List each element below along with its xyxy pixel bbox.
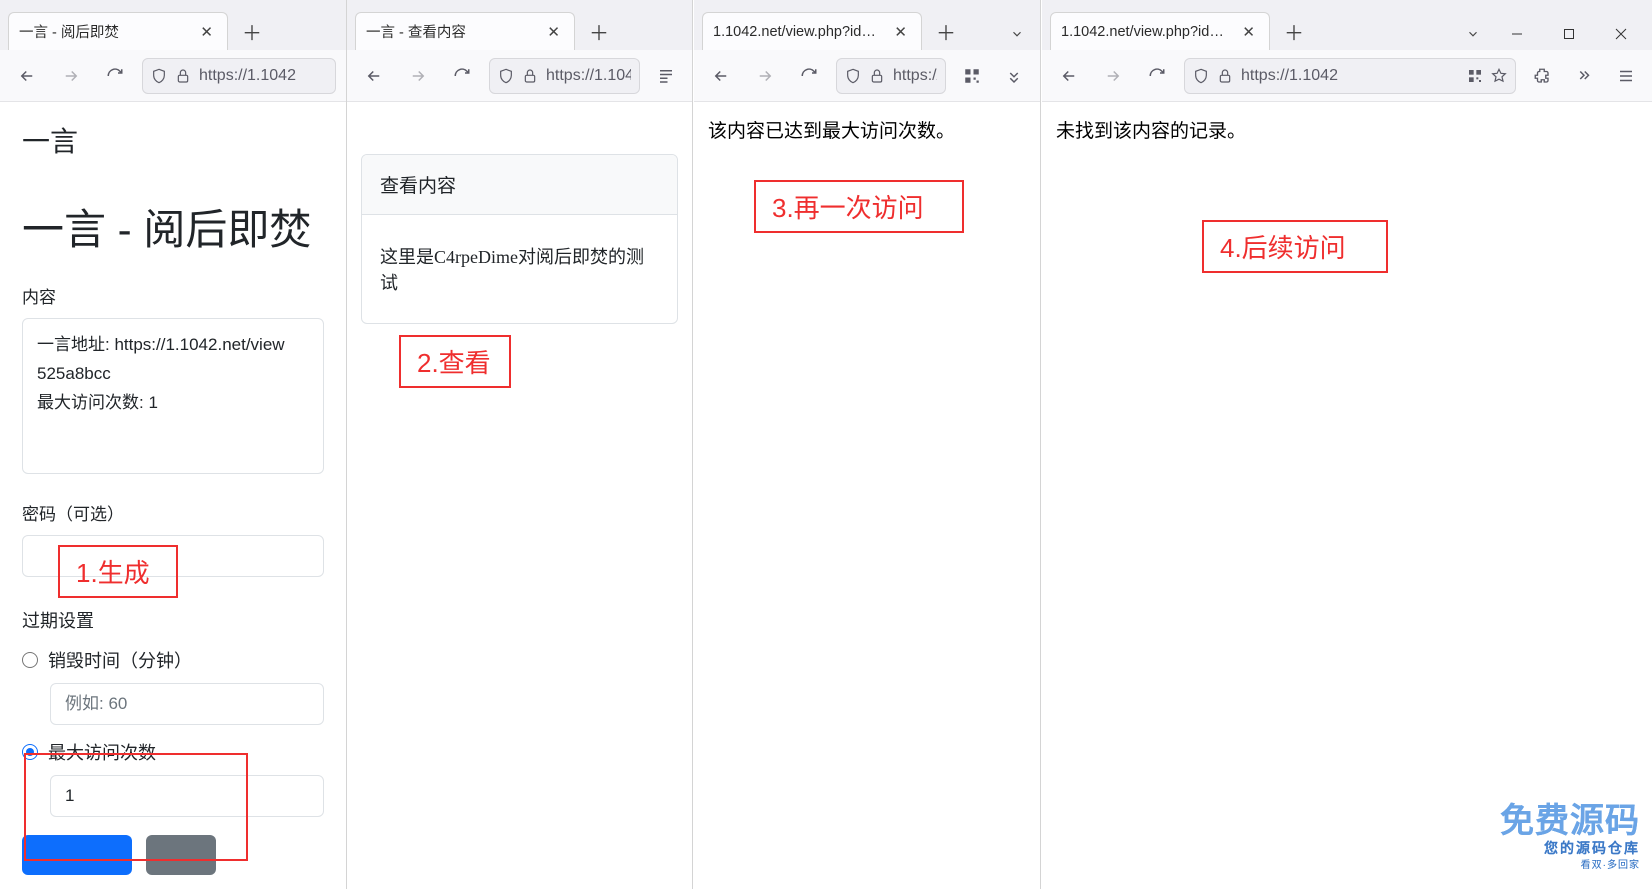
minimize-button[interactable] xyxy=(1494,18,1540,50)
browser-tab[interactable]: 1.1042.net/view.php?id=32 ✕ xyxy=(702,12,922,50)
list-all-tabs-button[interactable] xyxy=(1458,18,1488,50)
back-button[interactable] xyxy=(10,59,44,93)
new-tab-button[interactable]: ＋ xyxy=(236,15,268,47)
page-title: 一言 - 阅后即焚 xyxy=(22,196,324,257)
browser-window-4: 1.1042.net/view.php?id=32 ✕ ＋ https://1.… xyxy=(1042,0,1652,889)
forward-button[interactable] xyxy=(1096,59,1130,93)
radio-time-label: 销毁时间（分钟） xyxy=(48,647,192,673)
tab-strip: 一言 - 阅后即焚 ✕ ＋ xyxy=(0,0,346,50)
tab-strip: 一言 - 查看内容 ✕ ＋ xyxy=(347,0,692,50)
reader-icon[interactable] xyxy=(650,60,682,92)
list-all-tabs-button[interactable] xyxy=(1002,18,1032,50)
reset-button[interactable] xyxy=(146,835,216,875)
lock-icon xyxy=(1217,68,1233,84)
url-bar[interactable]: https://1.1042 xyxy=(142,58,336,94)
nav-toolbar: https://1.1042 xyxy=(347,50,692,102)
app-menu-button[interactable] xyxy=(1610,60,1642,92)
forward-button[interactable] xyxy=(748,59,782,93)
reload-button[interactable] xyxy=(1140,59,1174,93)
browser-tab[interactable]: 1.1042.net/view.php?id=32 ✕ xyxy=(1050,12,1270,50)
destroy-time-input[interactable] xyxy=(50,683,324,725)
brand-title: 一言 xyxy=(22,120,324,160)
back-button[interactable] xyxy=(704,59,738,93)
url-text: https://1.1042 xyxy=(893,67,937,85)
content-line-hash: 525a8bcc xyxy=(37,360,309,389)
close-icon[interactable]: ✕ xyxy=(196,21,217,43)
page-content: 查看内容 这里是C4rpeDime对阅后即焚的测试 xyxy=(347,102,692,889)
back-button[interactable] xyxy=(357,59,391,93)
tab-title: 一言 - 查看内容 xyxy=(366,21,535,42)
overflow-icon[interactable] xyxy=(998,60,1030,92)
close-icon[interactable]: ✕ xyxy=(1238,21,1259,43)
browser-window-1: 一言 - 阅后即焚 ✕ ＋ https://1.1042 一言 一言 - 阅后即… xyxy=(0,0,347,889)
overflow-chevron-icon[interactable] xyxy=(1568,60,1600,92)
radio-option-max[interactable]: 最大访问次数 xyxy=(22,739,324,765)
submit-button[interactable] xyxy=(22,835,132,875)
url-bar[interactable]: https://1.1042 xyxy=(1184,58,1516,94)
error-message: 该内容已达到最大访问次数。 xyxy=(708,116,1026,143)
password-label: 密码（可选） xyxy=(22,500,324,525)
new-tab-button[interactable]: ＋ xyxy=(1278,15,1310,47)
reload-button[interactable] xyxy=(98,59,132,93)
browser-tab[interactable]: 一言 - 阅后即焚 ✕ xyxy=(8,12,228,50)
error-message: 未找到该内容的记录。 xyxy=(1056,116,1638,143)
url-text: https://1.1042 xyxy=(1241,67,1459,85)
tab-title: 一言 - 阅后即焚 xyxy=(19,21,188,42)
url-text: https://1.1042 xyxy=(546,67,631,85)
nav-toolbar: https://1.1042 xyxy=(0,50,346,102)
url-bar[interactable]: https://1.1042 xyxy=(836,58,946,94)
max-access-input[interactable] xyxy=(50,775,324,817)
card-header: 查看内容 xyxy=(362,155,677,215)
button-row xyxy=(22,835,324,875)
card-body: 这里是C4rpeDime对阅后即焚的测试 xyxy=(362,215,677,323)
password-input[interactable] xyxy=(22,535,324,577)
tab-strip: 1.1042.net/view.php?id=32 ✕ ＋ xyxy=(694,0,1040,50)
expire-label: 过期设置 xyxy=(22,607,324,633)
shield-icon xyxy=(151,68,167,84)
browser-window-2: 一言 - 查看内容 ✕ ＋ https://1.1042 查看内容 这里是C4r… xyxy=(347,0,693,889)
new-tab-button[interactable]: ＋ xyxy=(930,15,962,47)
back-button[interactable] xyxy=(1052,59,1086,93)
close-icon[interactable]: ✕ xyxy=(890,21,911,43)
tab-title: 1.1042.net/view.php?id=32 xyxy=(1061,24,1230,40)
forward-button[interactable] xyxy=(401,59,435,93)
content-output-box: 一言地址: https://1.1042.net/view 525a8bcc 最… xyxy=(22,318,324,474)
nav-toolbar: https://1.1042 xyxy=(1042,50,1652,102)
url-bar[interactable]: https://1.1042 xyxy=(489,58,640,94)
shield-icon xyxy=(498,68,514,84)
page-content: 一言 一言 - 阅后即焚 内容 一言地址: https://1.1042.net… xyxy=(0,102,346,889)
bookmark-star-icon[interactable] xyxy=(1491,68,1507,84)
lock-icon xyxy=(869,68,885,84)
content-line-url: 一言地址: https://1.1042.net/view xyxy=(37,331,309,360)
browser-window-3: 1.1042.net/view.php?id=32 ✕ ＋ https://1.… xyxy=(694,0,1041,889)
content-label: 内容 xyxy=(22,283,324,308)
radio-option-time[interactable]: 销毁时间（分钟） xyxy=(22,647,324,673)
reload-button[interactable] xyxy=(445,59,479,93)
page-content: 该内容已达到最大访问次数。 xyxy=(694,102,1040,889)
nav-toolbar: https://1.1042 xyxy=(694,50,1040,102)
forward-button[interactable] xyxy=(54,59,88,93)
radio-icon xyxy=(22,744,38,760)
lock-icon xyxy=(175,68,191,84)
shield-icon xyxy=(845,68,861,84)
qr-icon[interactable] xyxy=(1467,68,1483,84)
maximize-button[interactable] xyxy=(1546,18,1592,50)
radio-icon xyxy=(22,652,38,668)
qr-icon[interactable] xyxy=(956,60,988,92)
url-text: https://1.1042 xyxy=(199,67,327,85)
lock-icon xyxy=(522,68,538,84)
tab-strip: 1.1042.net/view.php?id=32 ✕ ＋ xyxy=(1042,0,1652,50)
content-line-max: 最大访问次数: 1 xyxy=(37,389,309,418)
extensions-icon[interactable] xyxy=(1526,60,1558,92)
browser-tab[interactable]: 一言 - 查看内容 ✕ xyxy=(355,12,575,50)
view-card: 查看内容 这里是C4rpeDime对阅后即焚的测试 xyxy=(361,154,678,324)
radio-max-label: 最大访问次数 xyxy=(48,739,156,765)
shield-icon xyxy=(1193,68,1209,84)
tab-title: 1.1042.net/view.php?id=32 xyxy=(713,24,882,40)
close-icon[interactable]: ✕ xyxy=(543,21,564,43)
reload-button[interactable] xyxy=(792,59,826,93)
window-close-button[interactable] xyxy=(1598,18,1644,50)
page-content: 未找到该内容的记录。 xyxy=(1042,102,1652,889)
new-tab-button[interactable]: ＋ xyxy=(583,15,615,47)
